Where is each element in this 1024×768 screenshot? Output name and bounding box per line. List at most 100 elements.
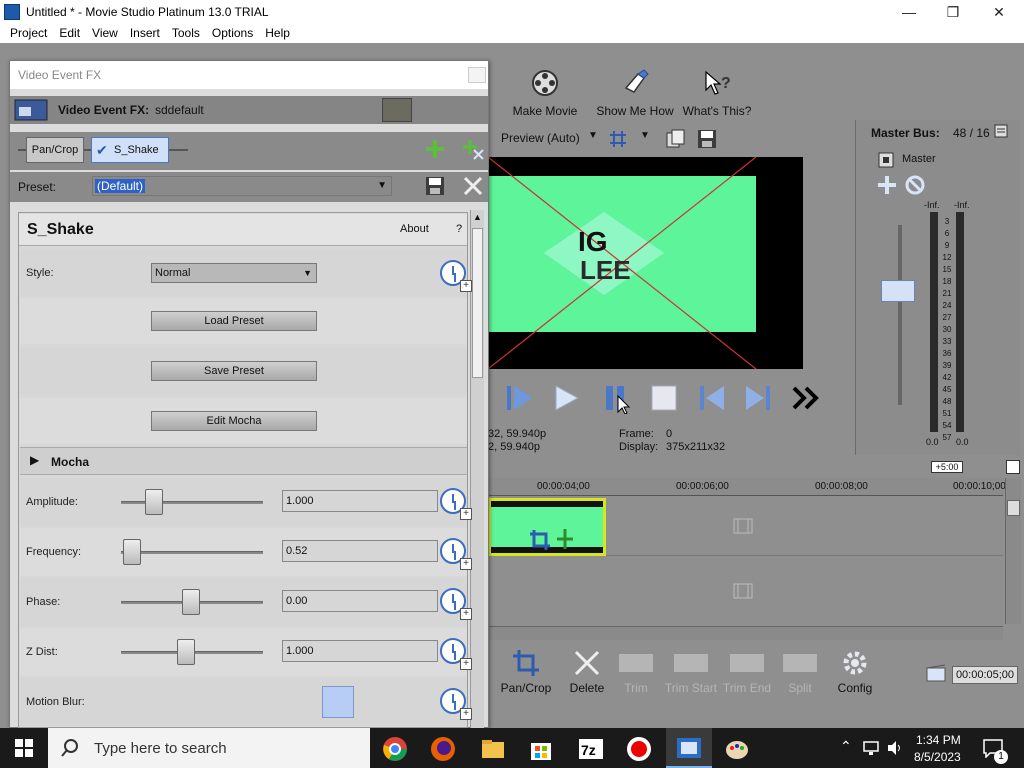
amplitude-slider-track[interactable] — [121, 501, 263, 504]
preset-dropdown[interactable]: (Default) ▼ — [92, 176, 392, 196]
save-preset-button[interactable]: Save Preset — [151, 361, 317, 381]
keyframe-clock-icon[interactable]: + — [440, 688, 472, 720]
keyframe-clock-icon[interactable]: + — [440, 488, 472, 520]
maximize-button[interactable]: ❐ — [930, 0, 976, 24]
firefox-icon[interactable] — [430, 736, 456, 762]
delete-tool-button[interactable]: Delete — [566, 648, 608, 695]
go-to-start-icon[interactable] — [696, 382, 728, 414]
trim-end-tool-button[interactable]: Trim End — [722, 648, 772, 695]
chrome-icon[interactable] — [382, 736, 408, 762]
play-from-start-icon[interactable] — [504, 382, 536, 414]
vscroll-thumb[interactable] — [1007, 500, 1020, 516]
audio-track[interactable] — [488, 557, 1003, 625]
taskbar-movie-studio[interactable] — [666, 728, 712, 768]
zdist-slider-thumb[interactable] — [176, 639, 195, 665]
play-icon[interactable] — [550, 382, 582, 414]
crop-icon[interactable] — [529, 529, 551, 551]
expand-triangle-icon[interactable]: ▶ — [30, 453, 39, 467]
clock-time[interactable]: 1:34 PM — [916, 733, 961, 747]
amplitude-value[interactable]: 1.000 — [282, 490, 438, 512]
about-link[interactable]: About — [400, 223, 429, 235]
amplitude-slider-thumb[interactable] — [144, 489, 163, 515]
grid-overlay-icon[interactable] — [608, 129, 628, 149]
zdist-value[interactable]: 1.000 — [282, 640, 438, 662]
edit-mocha-button[interactable]: Edit Mocha — [151, 411, 317, 431]
menu-edit[interactable]: Edit — [53, 24, 86, 43]
load-preset-button[interactable]: Load Preset — [151, 311, 317, 331]
save-preset-icon[interactable] — [424, 175, 446, 197]
fx-plug-icon[interactable] — [555, 527, 575, 551]
chevron-down-icon[interactable]: ▼ — [640, 130, 650, 141]
trim-start-tool-button[interactable]: Trim Start — [662, 648, 720, 695]
add-plugin-icon[interactable] — [424, 138, 446, 160]
volume-icon[interactable] — [886, 740, 904, 756]
menu-options[interactable]: Options — [206, 24, 259, 43]
clock-date[interactable]: 8/5/2023 — [914, 750, 961, 764]
go-to-end-icon[interactable] — [742, 382, 774, 414]
preview-mode-dropdown[interactable]: Preview (Auto) — [501, 131, 580, 145]
panel-scroll-thumb[interactable] — [472, 228, 483, 378]
mocha-section[interactable]: ▶ Mocha — [20, 447, 467, 475]
store-icon[interactable] — [528, 736, 554, 762]
dialog-close-button[interactable] — [468, 67, 486, 83]
keyframe-clock-icon[interactable]: + — [440, 538, 472, 570]
menu-project[interactable]: Project — [4, 24, 53, 43]
config-tool-button[interactable]: Config — [834, 648, 876, 695]
help-link[interactable]: ? — [456, 223, 462, 235]
phase-value[interactable]: 0.00 — [282, 590, 438, 612]
marker-icon[interactable] — [1006, 460, 1020, 474]
copy-snapshot-icon[interactable] — [664, 128, 686, 150]
minimize-button[interactable]: — — [886, 0, 932, 24]
close-button[interactable]: ✕ — [976, 0, 1022, 24]
record-icon[interactable] — [626, 736, 652, 762]
7zip-icon[interactable]: 7z — [578, 736, 604, 762]
delete-preset-icon[interactable] — [462, 175, 484, 197]
motion-blur-checkbox[interactable] — [322, 686, 354, 718]
volume-fader[interactable] — [881, 280, 915, 302]
chain-pan-crop[interactable]: Pan/Crop — [26, 137, 84, 163]
whats-this-button[interactable]: ? What's This? — [682, 52, 752, 118]
pan-crop-tool-button[interactable]: Pan/Crop — [498, 648, 554, 695]
frequency-slider-track[interactable] — [121, 551, 263, 554]
menu-tools[interactable]: Tools — [166, 24, 206, 43]
video-clip[interactable] — [488, 498, 606, 556]
tray-chevron-icon[interactable]: ⌃ — [840, 738, 852, 755]
phase-slider-thumb[interactable] — [181, 589, 200, 615]
fx-chain-toggle[interactable] — [382, 98, 412, 122]
video-track[interactable] — [488, 496, 1003, 556]
chevron-down-icon[interactable]: ▼ — [588, 130, 598, 141]
split-tool-button[interactable]: Split — [778, 648, 822, 695]
frequency-value[interactable]: 0.52 — [282, 540, 438, 562]
trim-tool-button[interactable]: Trim — [614, 648, 658, 695]
timeline-hscroll[interactable] — [488, 626, 1003, 640]
network-icon[interactable] — [862, 740, 880, 756]
chain-s-shake[interactable]: ✔ S_Shake — [91, 137, 169, 163]
paint-icon[interactable] — [724, 736, 750, 762]
end-timecode[interactable]: 00:00:05;00 — [952, 666, 1018, 684]
menu-view[interactable]: View — [86, 24, 124, 43]
menu-help[interactable]: Help — [259, 24, 296, 43]
keyframe-clock-icon[interactable]: + — [440, 260, 472, 292]
panel-scrollbar[interactable]: ▲ — [470, 210, 484, 728]
mute-icon[interactable] — [904, 174, 926, 196]
frequency-slider-thumb[interactable] — [123, 539, 142, 565]
windows-start-icon[interactable] — [14, 738, 34, 758]
stop-icon[interactable] — [648, 382, 680, 414]
pause-icon[interactable] — [600, 382, 632, 414]
fx-plus-icon[interactable] — [876, 174, 898, 196]
timeline-ruler[interactable]: 00:00:04;00 00:00:06;00 00:00:08;00 00:0… — [488, 478, 1006, 496]
timeline-vscroll[interactable] — [1005, 478, 1021, 624]
scroll-up-icon[interactable]: ▲ — [472, 212, 483, 224]
taskbar-search[interactable]: Type here to search — [48, 728, 370, 768]
save-snapshot-icon[interactable] — [696, 128, 718, 150]
file-explorer-icon[interactable] — [480, 736, 506, 762]
menu-insert[interactable]: Insert — [124, 24, 166, 43]
keyframe-clock-icon[interactable]: + — [440, 638, 472, 670]
show-me-how-button[interactable]: Show Me How — [592, 52, 678, 118]
keyframe-clock-icon[interactable]: + — [440, 588, 472, 620]
style-dropdown[interactable]: Normal ▼ — [151, 263, 317, 283]
make-movie-button[interactable]: Make Movie — [508, 52, 582, 118]
fast-forward-icon[interactable] — [790, 384, 822, 412]
bus-options-icon[interactable] — [994, 124, 1008, 138]
remove-plugin-icon[interactable] — [462, 138, 484, 160]
